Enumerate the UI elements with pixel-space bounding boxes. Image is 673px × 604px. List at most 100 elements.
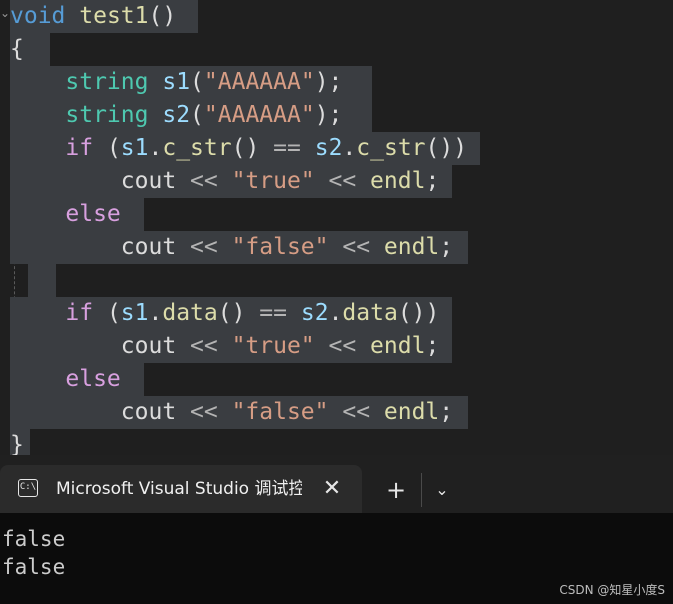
code-token: void [10,3,66,29]
code-token: data [162,300,218,326]
output-line: false [2,527,66,551]
output-line: false [2,555,66,579]
code-token: else [65,201,121,227]
code-token: () [148,3,177,29]
code-token: ; [439,399,454,425]
code-token: ( [93,135,121,161]
code-token: . [328,300,343,326]
code-text: string s2("AAAAAA"); [10,102,342,128]
code-text: { [10,36,24,62]
code-token: s2 [314,135,343,161]
code-token: "AAAAAA" [203,102,315,128]
code-token: ()) [397,300,440,326]
code-token: s1 [120,135,149,161]
code-text: cout << "false" << endl; [10,234,453,260]
code-token: . [342,135,357,161]
code-token: ; [425,333,440,359]
code-token: if [65,135,94,161]
code-text: } [10,432,24,455]
code-line: cout << "false" << endl; [10,231,468,264]
code-token: cout [120,399,177,425]
code-token: . [148,135,163,161]
code-token: "true" [231,168,315,194]
code-editor[interactable]: ⌄ void test1(){ string s1("AAAAAA"); str… [0,0,673,455]
code-token: cout [120,168,177,194]
code-text: cout << "true" << endl; [10,168,440,194]
code-token: ; [425,168,440,194]
code-token: ( [93,300,121,326]
code-token: << [176,399,232,425]
code-line: cout << "true" << endl; [10,330,452,363]
code-token: s1 [162,69,191,95]
code-token: << [176,234,232,260]
code-token: << [176,168,232,194]
code-text: if (s1.c_str() == s2.c_str()) [10,135,467,161]
collapse-chevron-icon[interactable]: ⌄ [0,6,10,20]
code-token: ); [314,69,343,95]
code-line: if (s1.data() == s2.data()) [10,297,452,330]
code-line: if (s1.c_str() == s2.c_str()) [10,132,480,165]
code-token: "AAAAAA" [203,69,315,95]
code-line: else [10,198,144,231]
code-token: ; [439,234,454,260]
terminal-tab[interactable]: C:\ Microsoft Visual Studio 调试控制台 ✕ [0,465,362,513]
code-line: cout << "false" << endl; [10,396,468,429]
code-token: { [10,36,24,62]
chevron-down-icon[interactable]: ⌄ [428,475,456,505]
code-token: << [176,333,232,359]
code-text: string s1("AAAAAA"); [10,69,342,95]
code-token: s2 [162,102,191,128]
code-token: << [314,333,371,359]
code-text: cout << "true" << endl; [10,333,440,359]
code-token: . [148,300,163,326]
plus-icon[interactable]: + [380,475,412,505]
code-text: cout << "false" << endl; [10,399,453,425]
code-token: if [65,300,94,326]
code-token: data [342,300,398,326]
code-text: if (s1.data() == s2.data()) [10,300,439,326]
code-token: endl [383,399,440,425]
code-token: c_str [162,135,232,161]
selection-highlight [28,264,56,297]
code-token: test1 [79,3,149,29]
code-line: string s2("AAAAAA"); [10,99,372,132]
code-token: == [273,135,301,161]
code-token: "false" [231,234,329,260]
code-token: string [65,69,149,95]
code-token: endl [383,234,440,260]
code-line: } [10,429,30,455]
code-text: else [10,201,121,227]
code-token: endl [370,333,426,359]
watermark: CSDN @知星小度S [559,583,665,597]
code-token: << [328,399,384,425]
code-text: else [10,366,121,392]
code-line: string s1("AAAAAA"); [10,66,372,99]
code-token: ); [314,102,343,128]
code-token: () [217,300,260,326]
code-token: "true" [231,333,315,359]
code-token: ()) [425,135,468,161]
code-token: "false" [231,399,329,425]
code-token: s2 [300,300,329,326]
code-token: cout [120,234,177,260]
code-text: void test1() [10,3,176,29]
code-line: else [10,363,144,396]
code-token: == [259,300,287,326]
tab-separator [421,473,422,507]
code-token: else [65,366,121,392]
code-token: cout [120,333,177,359]
code-token: << [314,168,371,194]
close-icon[interactable]: ✕ [318,475,346,503]
